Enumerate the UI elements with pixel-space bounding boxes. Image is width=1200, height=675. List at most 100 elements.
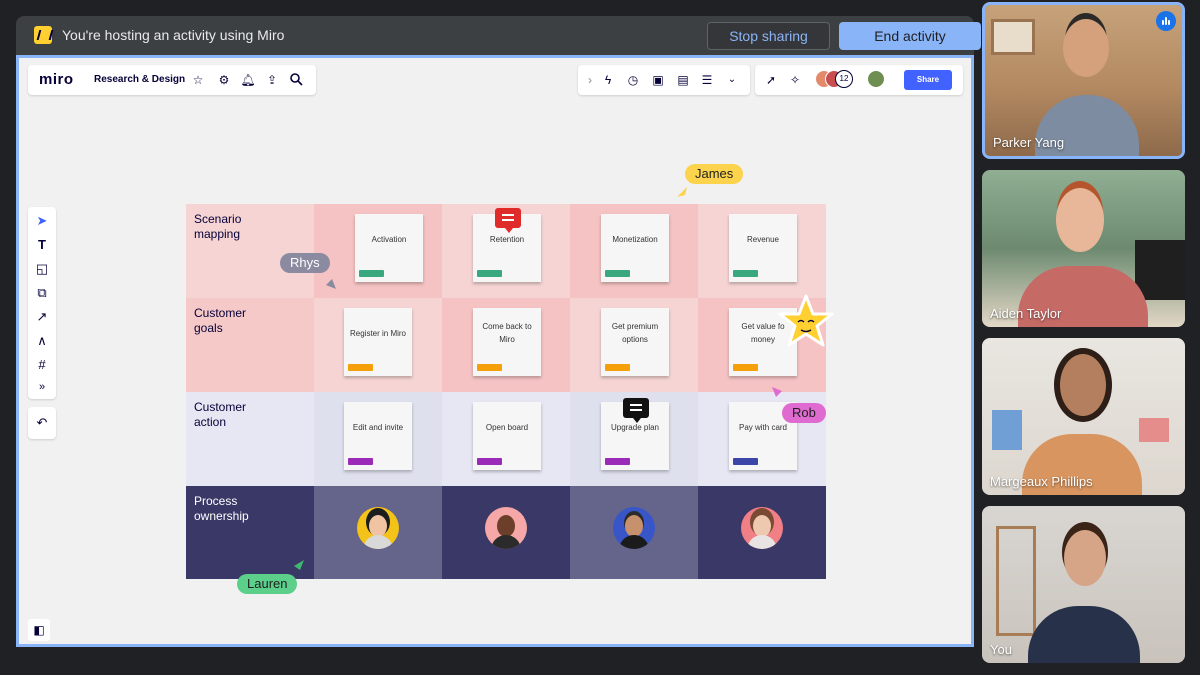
undo-icon[interactable]: ↶ xyxy=(34,415,50,431)
comment-icon[interactable] xyxy=(495,208,521,233)
sticky-tag xyxy=(733,270,758,277)
row-header: Customer action xyxy=(186,392,314,486)
cursor-label-rob: Rob xyxy=(782,403,826,423)
gear-icon[interactable]: ⚙ xyxy=(216,72,232,88)
lightning-icon[interactable]: ϟ xyxy=(600,72,616,88)
sticky-note[interactable]: Register in Miro xyxy=(344,308,412,376)
sticky-note[interactable]: Monetization xyxy=(601,214,669,282)
face-body xyxy=(363,535,393,549)
participant-name: Parker Yang xyxy=(993,135,1065,150)
text-icon[interactable]: T xyxy=(34,237,50,253)
pen-icon[interactable]: ∧ xyxy=(34,333,50,349)
row-header: Scenario mapping xyxy=(186,204,314,298)
sticky-icon[interactable]: ▣ xyxy=(650,72,666,88)
sharing-message: You're hosting an activity using Miro xyxy=(62,27,285,43)
sticky-tag xyxy=(733,364,758,371)
chevron-right-icon[interactable]: › xyxy=(582,72,598,88)
sticky-note[interactable]: Edit and invite xyxy=(344,402,412,470)
row-header: Customer goals xyxy=(186,298,314,392)
sticky-note[interactable]: Revenue xyxy=(729,214,797,282)
present-icon[interactable]: ▤ xyxy=(675,72,691,88)
star-icon[interactable]: ☆ xyxy=(190,72,206,88)
board-name[interactable]: Research & Design xyxy=(94,74,185,85)
sticky-tag xyxy=(477,458,502,465)
more-icon[interactable]: » xyxy=(34,379,50,395)
row-label: Customer action xyxy=(194,400,247,429)
miro-app-icon xyxy=(34,26,52,44)
row-label: Scenario mapping xyxy=(194,212,242,241)
celebrate-icon[interactable]: ✧ xyxy=(787,72,803,88)
comment-icon[interactable] xyxy=(623,398,649,423)
participant-tile[interactable]: Aiden Taylor xyxy=(982,170,1185,327)
face-head xyxy=(753,515,771,537)
sticky-tag xyxy=(733,458,758,465)
row-label: Customer goals xyxy=(194,306,247,335)
face-body xyxy=(491,535,521,549)
bell-icon[interactable]: 🔔︎ xyxy=(240,72,256,88)
face-head xyxy=(369,515,387,537)
sticky-note[interactable]: Activation xyxy=(355,214,423,282)
shelf xyxy=(996,526,1036,636)
sticky-text: Come back to Miro xyxy=(482,322,532,344)
owner-avatar[interactable] xyxy=(613,507,655,549)
sticky-text: Monetization xyxy=(612,234,658,244)
miro-board[interactable]: miro Research & Design ☆ ⚙ 🔔︎ ⇪ › ϟ ◷ ▣ … xyxy=(16,55,974,647)
sticky-tag xyxy=(605,458,630,465)
sticky-text: Open board xyxy=(485,422,529,432)
shelf xyxy=(991,19,1035,55)
cursor-icon[interactable]: ➤ xyxy=(34,213,50,229)
creation-toolbar: ➤ T ◱ ⧉ ↗ ∧ # » xyxy=(28,207,56,399)
panel-toggle-icon[interactable]: ◧ xyxy=(28,619,50,641)
sticky-tag xyxy=(605,270,630,277)
face-head xyxy=(497,515,515,537)
stop-sharing-button[interactable]: Stop sharing xyxy=(707,22,830,50)
notes-icon[interactable]: ☰ xyxy=(699,72,715,88)
owner-avatar[interactable] xyxy=(485,507,527,549)
sharing-banner: You're hosting an activity using Miro St… xyxy=(16,16,981,56)
sticky-tag xyxy=(348,364,373,371)
sticky-text: Activation xyxy=(371,234,407,244)
collaborator-count[interactable]: 12 xyxy=(835,70,853,88)
participant-tile[interactable]: Margeaux Phillips xyxy=(982,338,1185,495)
miro-logo[interactable]: miro xyxy=(39,71,74,88)
board-header: miro Research & Design ☆ ⚙ 🔔︎ ⇪ xyxy=(28,65,316,95)
shapes-icon[interactable]: ⧉ xyxy=(34,285,50,301)
person-head xyxy=(1060,354,1106,416)
arrow-line-icon[interactable]: ↗ xyxy=(34,309,50,325)
timer-icon[interactable]: ◷ xyxy=(625,72,641,88)
participant-name: Margeaux Phillips xyxy=(990,474,1093,489)
end-activity-button[interactable]: End activity xyxy=(839,22,981,50)
sticky-tag xyxy=(477,270,502,277)
sticky-note-icon[interactable]: ◱ xyxy=(34,261,50,277)
monitor xyxy=(1135,240,1185,300)
search-icon[interactable] xyxy=(288,72,304,88)
star-sticker-icon[interactable] xyxy=(777,294,835,352)
share-button[interactable]: Share xyxy=(904,70,952,90)
cursor-arrow-icon xyxy=(326,279,336,289)
face-body xyxy=(747,535,777,549)
cursor-label-rhys: Rhys xyxy=(280,253,330,273)
sticky-text: Revenue xyxy=(746,234,780,244)
cursor-arrow-icon xyxy=(677,187,687,197)
sticky-text: Get premium options xyxy=(611,322,659,344)
avatar[interactable] xyxy=(867,70,885,88)
frame-icon[interactable]: # xyxy=(34,357,50,373)
sticky-tag xyxy=(477,364,502,371)
cursor-follow-icon[interactable]: ➚ xyxy=(763,72,779,88)
shelf xyxy=(992,410,1022,450)
sticky-note[interactable]: Open board xyxy=(473,402,541,470)
face-body xyxy=(619,535,649,549)
owner-avatar[interactable] xyxy=(357,507,399,549)
sticky-note[interactable]: Come back to Miro xyxy=(473,308,541,376)
face-head xyxy=(625,515,643,537)
sticky-text: Edit and invite xyxy=(352,422,404,432)
sticky-note[interactable]: Get premium options xyxy=(601,308,669,376)
cursor-label-lauren: Lauren xyxy=(237,574,298,594)
cursor-arrow-icon xyxy=(294,560,304,570)
participant-tile[interactable]: Parker Yang xyxy=(982,2,1185,159)
owner-avatar[interactable] xyxy=(741,507,783,549)
chevrons-down-icon[interactable]: ⌄ xyxy=(724,72,740,88)
presence-toolbar: ➚ ✧ 12 Share xyxy=(755,65,963,95)
upload-icon[interactable]: ⇪ xyxy=(264,72,280,88)
participant-tile[interactable]: You xyxy=(982,506,1185,663)
